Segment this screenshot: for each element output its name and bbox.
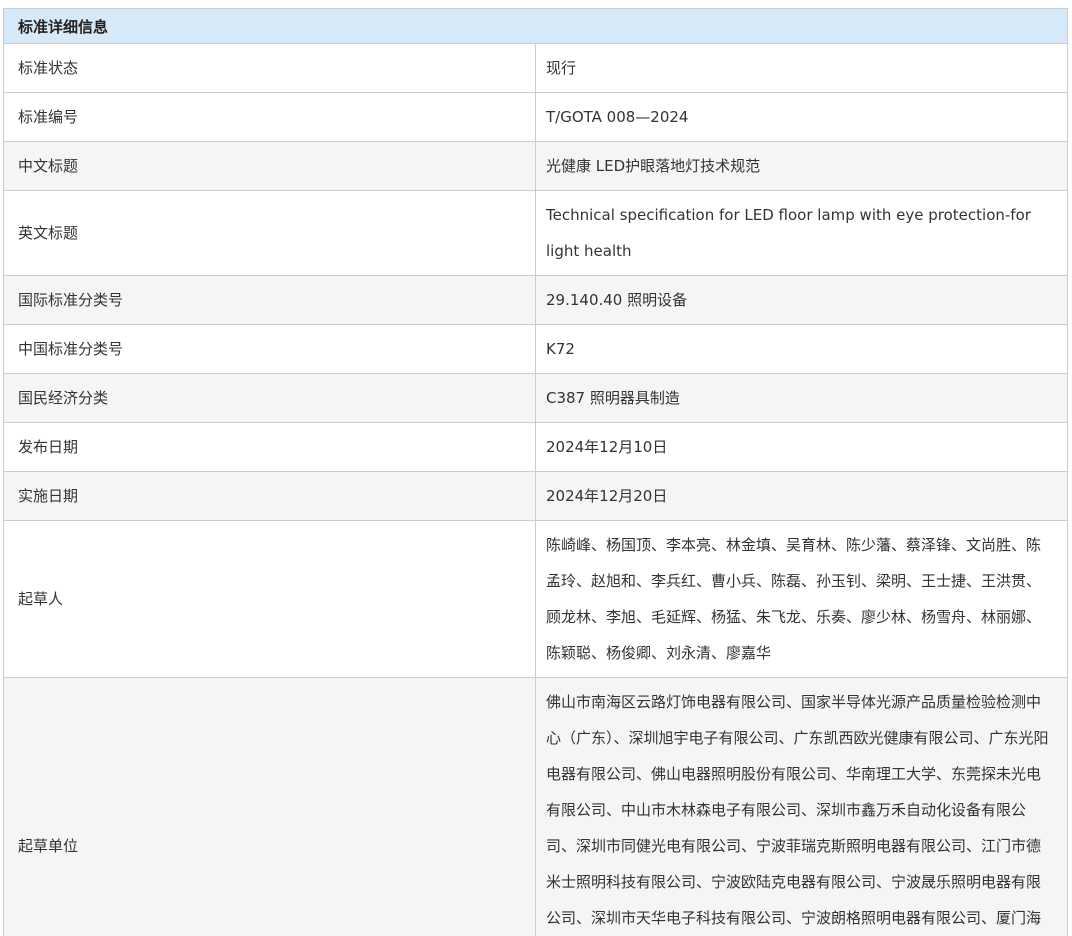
row-label: 标准编号 <box>4 93 536 142</box>
row-label: 起草单位 <box>4 678 536 936</box>
row-value: 2024年12月20日 <box>536 472 1068 521</box>
row-value: 29.140.40 照明设备 <box>536 276 1068 325</box>
page-title: 标准详细信息 <box>4 9 1068 44</box>
row-value: K72 <box>536 325 1068 374</box>
table-row: 起草单位佛山市南海区云路灯饰电器有限公司、国家半导体光源产品质量检验检测中心（广… <box>4 678 1068 936</box>
table-row: 国际标准分类号29.140.40 照明设备 <box>4 276 1068 325</box>
row-value: 陈崎峰、杨国顶、李本亮、林金填、吴育林、陈少藩、蔡泽锋、文尚胜、陈孟玲、赵旭和、… <box>536 521 1068 678</box>
row-value: Technical specification for LED floor la… <box>536 191 1068 276</box>
row-label: 起草人 <box>4 521 536 678</box>
row-value: C387 照明器具制造 <box>536 374 1068 423</box>
table-title-row: 标准详细信息 <box>4 9 1068 44</box>
row-value: T/GOTA 008—2024 <box>536 93 1068 142</box>
row-value: 现行 <box>536 44 1068 93</box>
row-value: 佛山市南海区云路灯饰电器有限公司、国家半导体光源产品质量检验检测中心（广东）、深… <box>536 678 1068 936</box>
row-label: 英文标题 <box>4 191 536 276</box>
row-label: 国际标准分类号 <box>4 276 536 325</box>
row-label: 实施日期 <box>4 472 536 521</box>
row-label: 发布日期 <box>4 423 536 472</box>
table-row: 中国标准分类号K72 <box>4 325 1068 374</box>
row-label: 中文标题 <box>4 142 536 191</box>
table-row: 起草人陈崎峰、杨国顶、李本亮、林金填、吴育林、陈少藩、蔡泽锋、文尚胜、陈孟玲、赵… <box>4 521 1068 678</box>
table-row: 中文标题光健康 LED护眼落地灯技术规范 <box>4 142 1068 191</box>
page: 标准详细信息 标准状态现行标准编号T/GOTA 008—2024中文标题光健康 … <box>0 0 1072 936</box>
standard-detail-table: 标准详细信息 标准状态现行标准编号T/GOTA 008—2024中文标题光健康 … <box>3 8 1068 936</box>
row-label: 标准状态 <box>4 44 536 93</box>
table-row: 国民经济分类C387 照明器具制造 <box>4 374 1068 423</box>
table-row: 发布日期2024年12月10日 <box>4 423 1068 472</box>
table-row: 英文标题Technical specification for LED floo… <box>4 191 1068 276</box>
row-label: 中国标准分类号 <box>4 325 536 374</box>
row-value: 2024年12月10日 <box>536 423 1068 472</box>
table-row: 标准状态现行 <box>4 44 1068 93</box>
table-row: 标准编号T/GOTA 008—2024 <box>4 93 1068 142</box>
row-value: 光健康 LED护眼落地灯技术规范 <box>536 142 1068 191</box>
table-row: 实施日期2024年12月20日 <box>4 472 1068 521</box>
row-label: 国民经济分类 <box>4 374 536 423</box>
